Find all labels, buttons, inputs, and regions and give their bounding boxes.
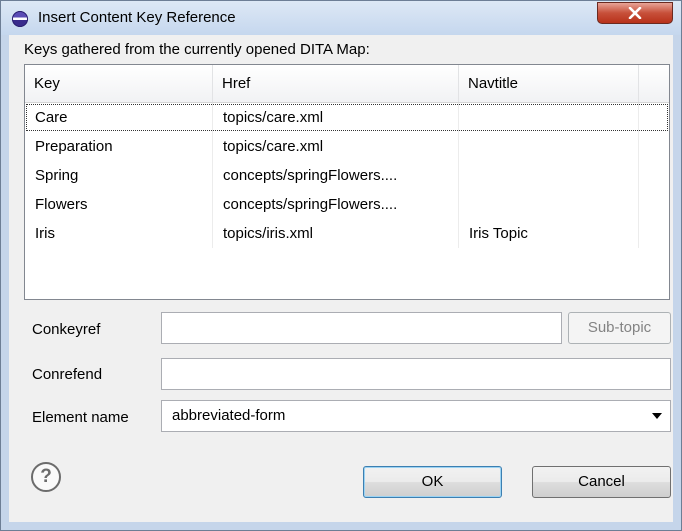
cancel-button[interactable]: Cancel — [532, 466, 671, 498]
conkeyref-input[interactable] — [161, 312, 562, 344]
table-row[interactable]: Preparation topics/care.xml — [25, 132, 669, 161]
close-button[interactable] — [597, 2, 673, 24]
element-name-select[interactable]: abbreviated-form — [161, 400, 671, 432]
cell-key: Flowers — [25, 190, 213, 219]
element-name-label: Element name — [32, 409, 129, 426]
keys-table[interactable]: Key Href Navtitle Care topics/care.xml P… — [24, 64, 670, 300]
chevron-down-icon[interactable] — [652, 413, 662, 419]
element-name-value: abbreviated-form — [172, 407, 286, 424]
table-row[interactable]: Care topics/care.xml — [25, 103, 669, 132]
window-title: Insert Content Key Reference — [38, 9, 236, 26]
cell-navtitle: Iris Topic — [459, 219, 639, 248]
cell-navtitle — [459, 103, 639, 132]
column-header-href[interactable]: Href — [213, 65, 459, 102]
conkeyref-label: Conkeyref — [32, 321, 101, 338]
cell-href: topics/iris.xml — [213, 219, 459, 248]
table-row[interactable]: Iris topics/iris.xml Iris Topic — [25, 219, 669, 248]
title-bar: Insert Content Key Reference — [1, 1, 681, 35]
cell-href: topics/care.xml — [213, 103, 459, 132]
column-header-key[interactable]: Key — [25, 65, 213, 102]
cell-navtitle — [459, 161, 639, 190]
cell-href: topics/care.xml — [213, 132, 459, 161]
cell-navtitle — [459, 190, 639, 219]
cell-key: Preparation — [25, 132, 213, 161]
conrefend-label: Conrefend — [32, 366, 103, 383]
keys-heading: Keys gathered from the currently opened … — [24, 41, 370, 58]
cell-href: concepts/springFlowers.... — [213, 190, 459, 219]
ok-button[interactable]: OK — [363, 466, 502, 498]
cell-key: Care — [25, 103, 213, 132]
app-globe-icon — [12, 11, 28, 27]
cell-key: Iris — [25, 219, 213, 248]
dialog-window: Insert Content Key Reference Keys gather… — [0, 0, 682, 531]
cell-href: concepts/springFlowers.... — [213, 161, 459, 190]
cell-key: Spring — [25, 161, 213, 190]
help-icon[interactable]: ? — [31, 462, 61, 492]
table-header: Key Href Navtitle — [25, 65, 669, 103]
conrefend-input[interactable] — [161, 358, 671, 390]
cell-navtitle — [459, 132, 639, 161]
table-row[interactable]: Spring concepts/springFlowers.... — [25, 161, 669, 190]
table-row[interactable]: Flowers concepts/springFlowers.... — [25, 190, 669, 219]
sub-topic-button[interactable]: Sub-topic — [568, 312, 671, 344]
close-icon — [628, 7, 642, 19]
column-header-navtitle[interactable]: Navtitle — [459, 65, 639, 102]
